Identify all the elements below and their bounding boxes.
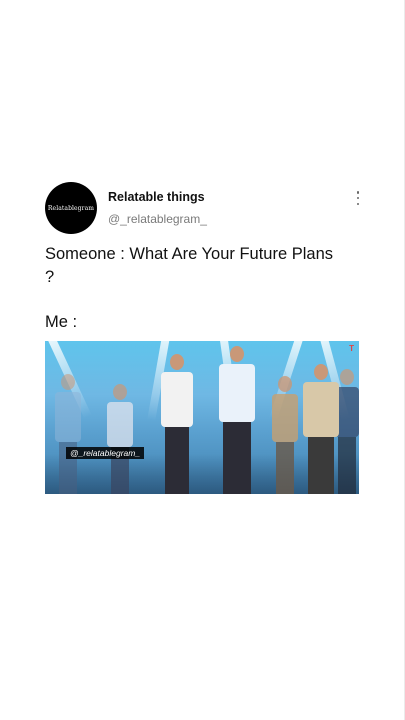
dancer — [215, 346, 259, 494]
vertical-ellipsis-icon[interactable] — [355, 191, 361, 205]
post-card: Relatablegram Relatable things @_relatab… — [45, 182, 365, 494]
dancer — [300, 364, 342, 494]
display-name[interactable]: Relatable things — [108, 190, 205, 204]
dancer — [157, 354, 197, 494]
post-media-gif[interactable]: T @_relatablegram_ — [45, 341, 359, 494]
dot — [356, 191, 360, 194]
background-dancer — [105, 384, 135, 494]
channel-logo: T — [349, 344, 354, 353]
avatar-label: Relatablegram — [47, 204, 95, 212]
post-text-secondary: Me : — [45, 313, 78, 331]
dot — [356, 196, 360, 200]
avatar[interactable]: Relatablegram — [45, 182, 97, 234]
dot — [356, 202, 360, 205]
user-handle[interactable]: @_relatablegram_ — [108, 212, 207, 226]
post-text: Someone : What Are Your Future Plans ? — [45, 245, 334, 286]
watermark-label: @_relatablegram_ — [66, 447, 145, 459]
screen: Relatablegram Relatable things @_relatab… — [0, 0, 405, 720]
post-header: Relatablegram Relatable things @_relatab… — [45, 182, 365, 235]
background-dancer — [53, 374, 83, 494]
background-dancer — [270, 376, 300, 494]
